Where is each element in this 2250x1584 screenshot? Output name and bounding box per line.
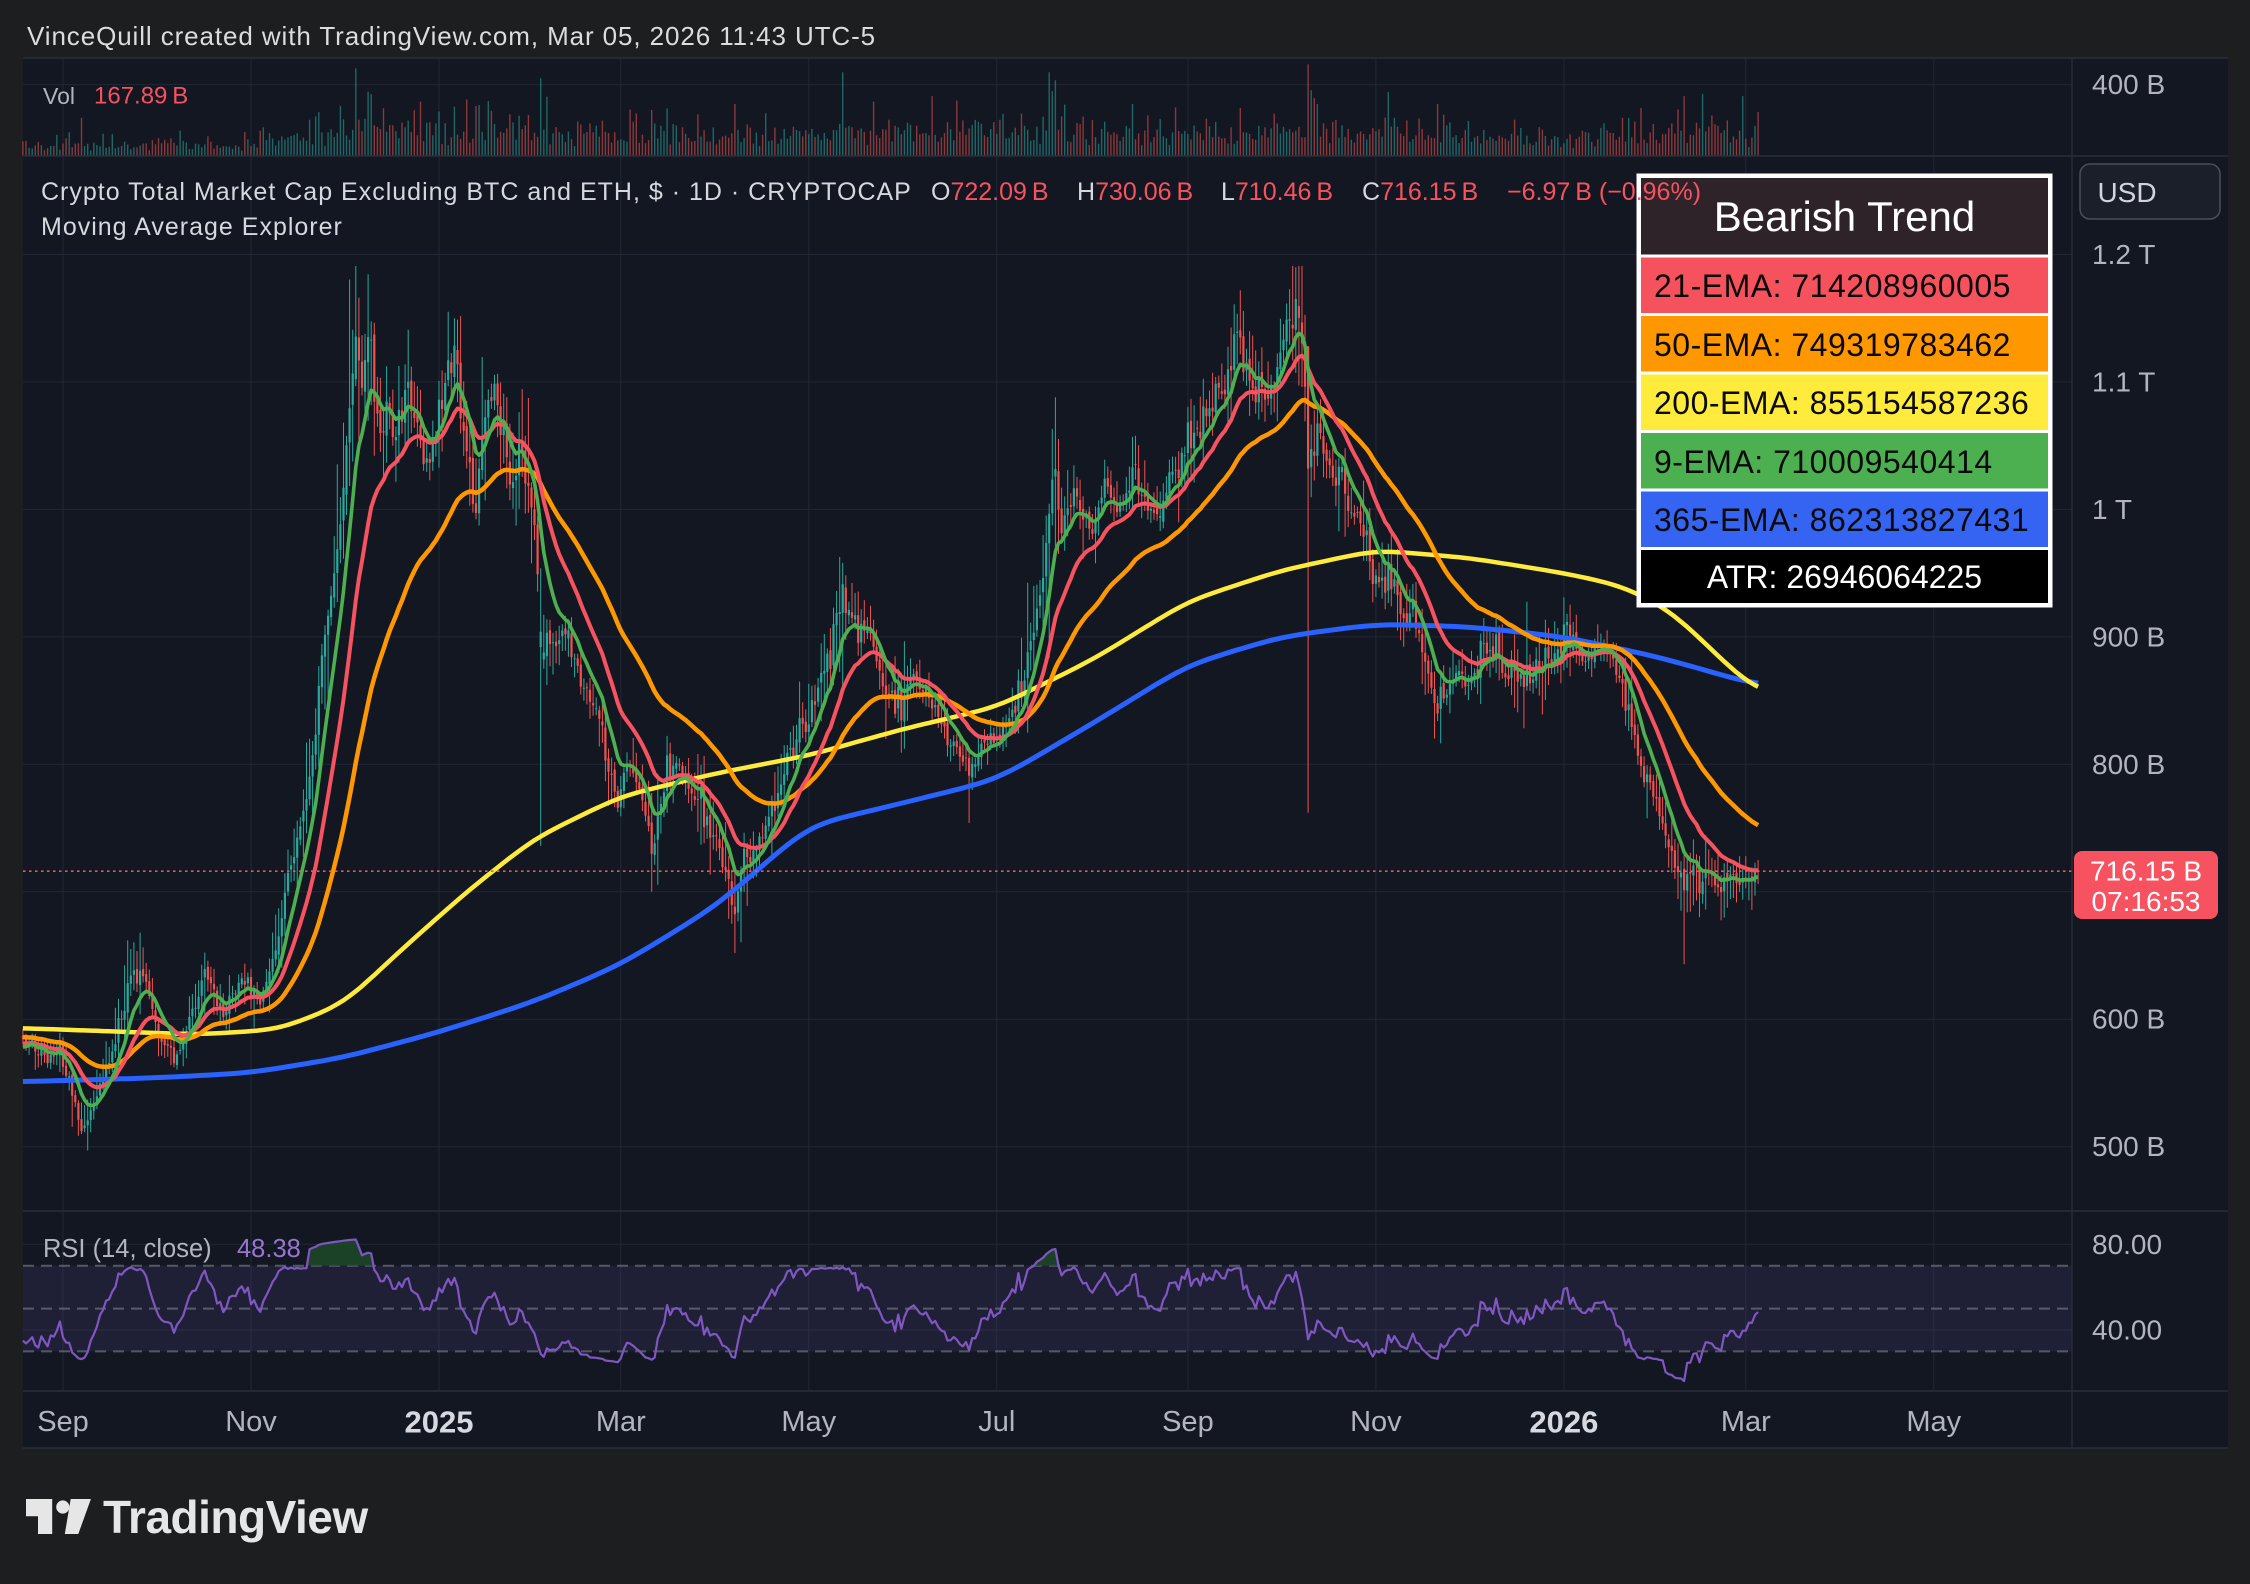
svg-text:1 T: 1 T xyxy=(2092,494,2132,525)
svg-text:Mar: Mar xyxy=(596,1406,646,1438)
svg-text:500 B: 500 B xyxy=(2092,1131,2165,1162)
svg-text:Mar: Mar xyxy=(1721,1406,1771,1438)
svg-text:H730.06 B: H730.06 B xyxy=(1077,178,1193,206)
svg-text:900 B: 900 B xyxy=(2092,621,2165,652)
svg-text:USD: USD xyxy=(2097,177,2156,208)
svg-text:Crypto Total Market Cap Exclud: Crypto Total Market Cap Excluding BTC an… xyxy=(41,178,912,206)
svg-text:800 B: 800 B xyxy=(2092,749,2165,780)
svg-text:L710.46 B: L710.46 B xyxy=(1221,178,1333,206)
svg-text:May: May xyxy=(781,1406,836,1438)
svg-text:400 B: 400 B xyxy=(2092,69,2165,100)
svg-text:21-EMA: 714208960005: 21-EMA: 714208960005 xyxy=(1654,268,2011,304)
svg-text:9-EMA: 710009540414: 9-EMA: 710009540414 xyxy=(1654,444,1993,480)
svg-text:VinceQuill created with Tradin: VinceQuill created with TradingView.com,… xyxy=(27,21,876,51)
svg-text:80.00: 80.00 xyxy=(2092,1229,2162,1260)
svg-text:Nov: Nov xyxy=(1350,1406,1402,1438)
svg-text:600 B: 600 B xyxy=(2092,1004,2165,1035)
svg-text:Sep: Sep xyxy=(37,1406,89,1438)
svg-text:Bearish Trend: Bearish Trend xyxy=(1714,193,1975,240)
svg-text:RSI (14, close): RSI (14, close) xyxy=(43,1235,212,1263)
svg-text:−6.97 B (−0.96%): −6.97 B (−0.96%) xyxy=(1507,178,1701,206)
svg-text:Sep: Sep xyxy=(1162,1406,1214,1438)
svg-text:167.89 B: 167.89 B xyxy=(94,83,188,110)
svg-text:1.1 T: 1.1 T xyxy=(2092,366,2155,397)
svg-text:Vol: Vol xyxy=(43,83,75,109)
svg-text:200-EMA: 855154587236: 200-EMA: 855154587236 xyxy=(1654,385,2029,421)
svg-text:C716.15 B: C716.15 B xyxy=(1362,178,1478,206)
svg-text:May: May xyxy=(1906,1406,1961,1438)
svg-text:716.15 B: 716.15 B xyxy=(2090,856,2202,887)
svg-text:2025: 2025 xyxy=(405,1405,474,1440)
svg-text:Nov: Nov xyxy=(225,1406,277,1438)
svg-text:2026: 2026 xyxy=(1529,1405,1598,1440)
svg-text:365-EMA: 862313827431: 365-EMA: 862313827431 xyxy=(1654,502,2029,538)
svg-text:TradingView: TradingView xyxy=(103,1491,368,1543)
svg-text:Jul: Jul xyxy=(978,1406,1015,1438)
svg-text:O722.09 B: O722.09 B xyxy=(931,178,1049,206)
svg-text:07:16:53: 07:16:53 xyxy=(2092,886,2201,917)
svg-text:Moving Average Explorer: Moving Average Explorer xyxy=(41,213,343,241)
svg-text:ATR: 26946064225: ATR: 26946064225 xyxy=(1707,559,1982,595)
svg-text:1.2 T: 1.2 T xyxy=(2092,239,2155,270)
svg-text:48.38: 48.38 xyxy=(237,1235,301,1263)
svg-text:50-EMA: 749319783462: 50-EMA: 749319783462 xyxy=(1654,327,2011,363)
svg-text:40.00: 40.00 xyxy=(2092,1315,2162,1346)
